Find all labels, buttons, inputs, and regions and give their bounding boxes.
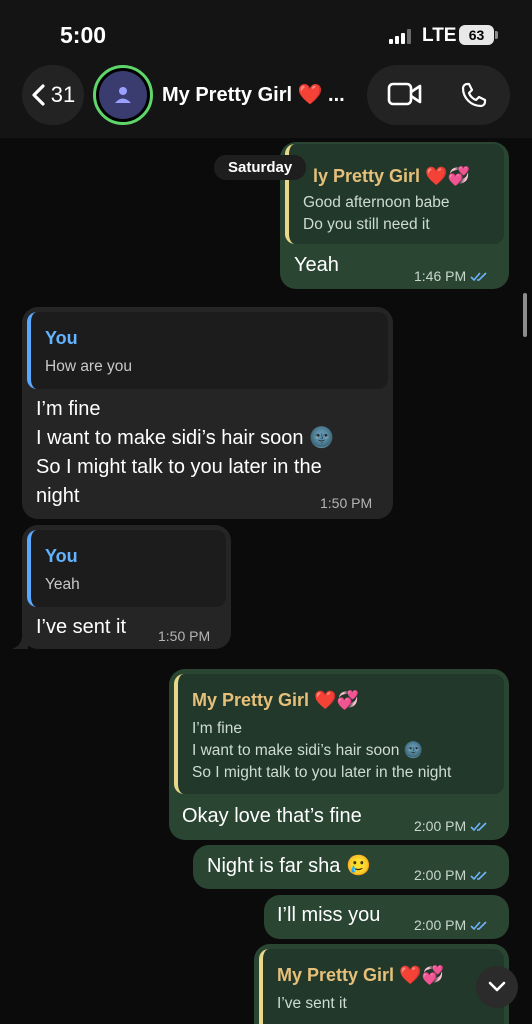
message-time: 1:50 PM bbox=[320, 495, 373, 511]
message-meta: 2:00 PM bbox=[414, 818, 490, 834]
message-bubble-outgoing[interactable]: Night is far sha 🥲 2:00 PM bbox=[193, 845, 509, 889]
double-check-icon bbox=[470, 821, 487, 831]
message-text: Yeah bbox=[294, 254, 339, 276]
message-time: 2:00 PM bbox=[414, 917, 467, 933]
message-time: 2:00 PM bbox=[414, 818, 467, 834]
video-camera-icon[interactable] bbox=[387, 81, 423, 107]
double-check-icon bbox=[470, 870, 487, 880]
message-text: I’ve sent it bbox=[36, 616, 127, 638]
quote-text: How are you bbox=[45, 358, 133, 375]
quote-author: My Pretty Girl ❤️💞 bbox=[277, 965, 444, 985]
message-time: 1:46 PM bbox=[414, 268, 467, 284]
message-bubble-incoming[interactable]: You Yeah I’ve sent it 1:50 PM bbox=[22, 525, 231, 649]
quote-text: I’ve sent it bbox=[277, 995, 347, 1012]
unread-count: 31 bbox=[50, 82, 76, 107]
message-list[interactable]: Saturday ly Pretty Girl ❤️💞 Good afterno… bbox=[0, 138, 532, 1024]
message-bubble-outgoing[interactable]: My Pretty Girl ❤️💞 I’m fine I want to ma… bbox=[169, 669, 509, 840]
message-text: Night is far sha 🥲 bbox=[207, 855, 371, 877]
reply-quote[interactable]: You How are you bbox=[27, 312, 388, 389]
scroll-to-bottom-button[interactable] bbox=[476, 966, 518, 1008]
call-buttons bbox=[367, 65, 510, 125]
chat-header: 31 My Pretty Girl ❤️ ... bbox=[0, 62, 532, 138]
message-meta: 2:00 PM bbox=[414, 867, 490, 883]
avatar[interactable] bbox=[93, 65, 153, 125]
bubble-tail bbox=[12, 636, 28, 649]
double-check-icon bbox=[470, 920, 487, 930]
message-meta: 2:00 PM bbox=[414, 917, 490, 933]
message-bubble-incoming[interactable]: You How are you I’m fine I want to make … bbox=[22, 307, 393, 519]
reply-quote[interactable]: My Pretty Girl ❤️💞 I’ve sent it bbox=[259, 949, 504, 1024]
message-bubble-outgoing[interactable]: I’ll miss you 2:00 PM bbox=[264, 895, 509, 939]
contact-name[interactable]: My Pretty Girl ❤️ ... bbox=[162, 82, 345, 107]
reply-quote[interactable]: My Pretty Girl ❤️💞 I’m fine I want to ma… bbox=[174, 674, 504, 794]
phone-icon[interactable] bbox=[460, 81, 488, 109]
quote-author: You bbox=[45, 546, 78, 566]
double-check-icon bbox=[470, 271, 487, 281]
quote-text: I’m fine I want to make sidi’s hair soon… bbox=[192, 720, 452, 781]
chevron-left-icon bbox=[32, 84, 45, 106]
cellular-signal-icon bbox=[389, 28, 417, 44]
status-bar: 5:00 LTE 63 bbox=[0, 0, 532, 62]
message-text: Okay love that’s fine bbox=[182, 805, 362, 827]
message-text: I’ll miss you bbox=[277, 904, 381, 926]
status-time: 5:00 bbox=[60, 22, 107, 48]
scrollbar[interactable] bbox=[523, 293, 527, 337]
person-icon bbox=[115, 87, 131, 103]
message-bubble-outgoing[interactable]: My Pretty Girl ❤️💞 I’ve sent it bbox=[254, 944, 509, 1024]
quote-author: ly Pretty Girl ❤️💞 bbox=[313, 166, 470, 186]
message-time: 1:50 PM bbox=[158, 628, 211, 644]
quote-text: Yeah bbox=[45, 576, 80, 593]
reply-quote[interactable]: ly Pretty Girl ❤️💞 Good afternoon babe D… bbox=[285, 144, 504, 244]
battery-icon: 63 bbox=[459, 25, 498, 45]
message-bubble-outgoing[interactable]: ly Pretty Girl ❤️💞 Good afternoon babe D… bbox=[280, 142, 509, 289]
quote-author: You bbox=[45, 328, 78, 348]
date-separator: Saturday bbox=[214, 155, 307, 180]
message-text: I’m fine I want to make sidi’s hair soon… bbox=[36, 398, 334, 507]
message-time: 2:00 PM bbox=[414, 867, 467, 883]
chevron-down-icon bbox=[488, 981, 506, 992]
network-type: LTE bbox=[422, 25, 457, 46]
quote-text: Good afternoon babe Do you still need it bbox=[303, 194, 450, 233]
back-button[interactable]: 31 bbox=[22, 65, 84, 125]
reply-quote[interactable]: You Yeah bbox=[27, 530, 226, 607]
quote-author: My Pretty Girl ❤️💞 bbox=[192, 690, 359, 710]
message-meta: 1:46 PM bbox=[414, 268, 490, 284]
